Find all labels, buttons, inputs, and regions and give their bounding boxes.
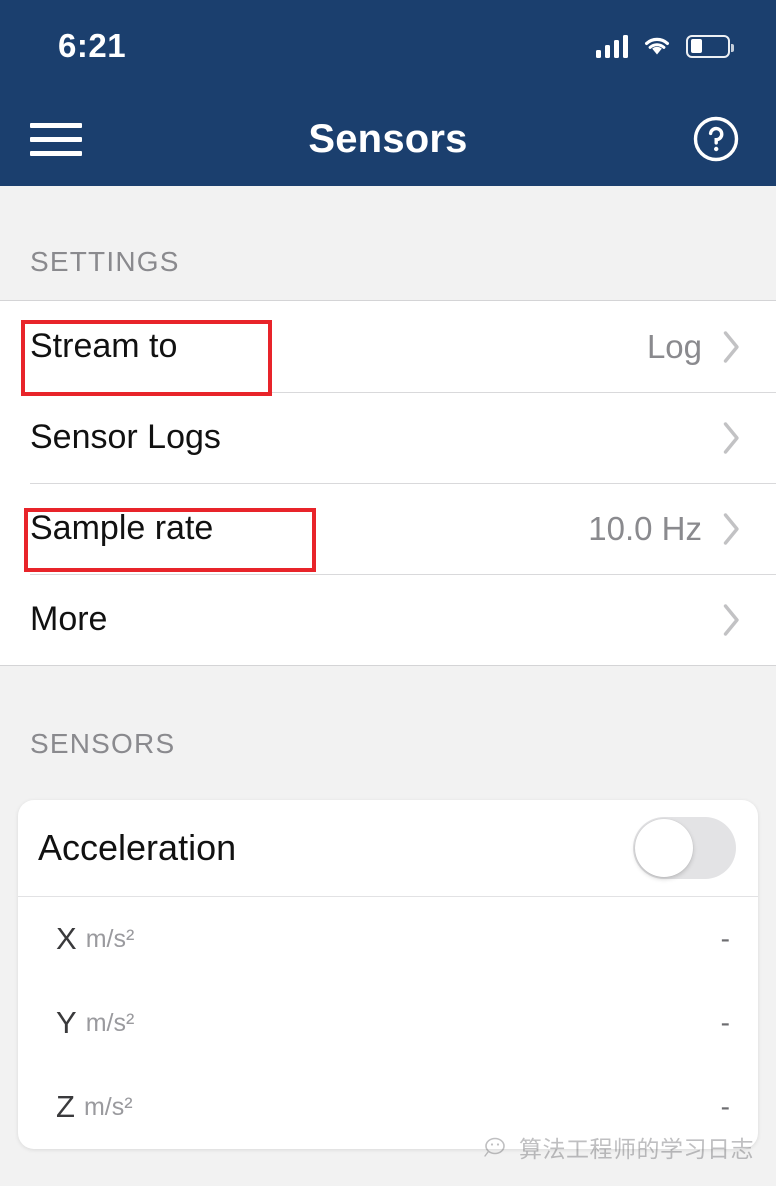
settings-row-sensor-logs[interactable]: Sensor Logs [0, 392, 776, 483]
row-label: Stream to [30, 327, 178, 365]
status-bar: 6:21 [0, 0, 776, 92]
sensor-card-acceleration: Acceleration X m/s² - Y m/s² - Z m/s² - [18, 800, 758, 1149]
toggle-knob [635, 819, 693, 877]
row-label: More [30, 600, 108, 638]
battery-icon [686, 34, 734, 58]
axis-unit: m/s² [83, 1092, 133, 1121]
navigation-bar: Sensors [0, 92, 776, 186]
row-label: Sensor Logs [30, 418, 221, 456]
sensor-axis-row-y: Y m/s² - [18, 981, 758, 1065]
axis-name: X [56, 921, 77, 956]
axis-value: - [720, 923, 730, 954]
settings-section-header: SETTINGS [30, 246, 180, 277]
page-title: Sensors [308, 116, 468, 161]
axis-value: - [720, 1091, 730, 1122]
axis-unit: m/s² [85, 924, 135, 953]
app-screen: 6:21 Sensors SETTINGS Stream to Log Sens… [0, 0, 776, 1186]
sensor-card-wrapper: Acceleration X m/s² - Y m/s² - Z m/s² - [0, 782, 776, 1149]
hamburger-menu-icon[interactable] [30, 119, 82, 159]
row-label: Sample rate [30, 509, 214, 547]
axis-unit: m/s² [85, 1008, 135, 1037]
acceleration-toggle[interactable] [633, 817, 736, 879]
content-area: SETTINGS Stream to Log Sensor Logs Sampl… [0, 186, 776, 1186]
cellular-signal-icon [595, 34, 628, 58]
row-value: 10.0 Hz [588, 509, 702, 547]
row-value: Log [646, 327, 702, 365]
settings-row-more[interactable]: More [0, 574, 776, 665]
axis-name: Y [56, 1005, 77, 1040]
settings-row-stream-to[interactable]: Stream to Log [0, 301, 776, 392]
sensors-section-header: SENSORS [30, 728, 176, 759]
chevron-right-icon [723, 512, 739, 545]
status-bar-icons [595, 34, 734, 58]
sensor-card-header: Acceleration [18, 800, 758, 897]
axis-name: Z [56, 1089, 75, 1124]
axis-value: - [720, 1007, 730, 1038]
help-circle-icon[interactable] [692, 115, 740, 163]
settings-group: Stream to Log Sensor Logs Sample rate 10… [0, 300, 776, 666]
chevron-right-icon [723, 330, 739, 363]
wifi-icon [645, 37, 669, 55]
settings-row-sample-rate[interactable]: Sample rate 10.0 Hz [0, 483, 776, 574]
chevron-right-icon [723, 603, 739, 636]
sensor-axis-row-x: X m/s² - [18, 897, 758, 981]
status-bar-time: 6:21 [58, 27, 127, 64]
chevron-right-icon [723, 421, 739, 454]
sensor-card-title: Acceleration [38, 827, 237, 868]
sensor-axis-row-z: Z m/s² - [18, 1065, 758, 1149]
